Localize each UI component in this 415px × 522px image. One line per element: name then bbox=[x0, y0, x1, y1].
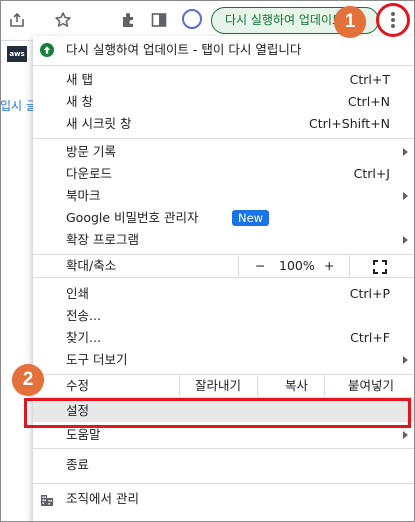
menu-item-incognito[interactable]: 새 시크릿 창 Ctrl+Shift+N bbox=[33, 113, 415, 135]
zoom-divider bbox=[238, 255, 239, 277]
menu-item-label: 새 시크릿 창 bbox=[66, 116, 132, 131]
new-badge: New bbox=[232, 210, 270, 226]
menu-divider bbox=[33, 483, 415, 484]
submenu-arrow-icon bbox=[403, 148, 408, 156]
building-icon bbox=[40, 492, 54, 506]
profile-avatar[interactable] bbox=[182, 9, 202, 29]
aws-logo: aws bbox=[7, 46, 27, 62]
menu-item-shortcut: Ctrl+T bbox=[349, 72, 390, 87]
page-text-fragment: 입시 글 bbox=[0, 99, 37, 113]
step-1-badge: 1 bbox=[334, 6, 366, 38]
menu-item-label: 새 창 bbox=[66, 94, 93, 109]
menu-item-label: 방문 기록 bbox=[66, 144, 116, 159]
menu-item-label: Google 비밀번호 관리자 bbox=[66, 210, 199, 225]
extensions-puzzle-icon[interactable] bbox=[118, 9, 140, 31]
menu-kebab-icon[interactable] bbox=[389, 10, 397, 30]
menu-divider bbox=[33, 65, 415, 66]
zoom-level: 100% bbox=[279, 258, 315, 273]
update-arrow-icon bbox=[40, 43, 54, 57]
menu-item-shortcut: Ctrl+J bbox=[353, 166, 390, 181]
menu-item-new-tab[interactable]: 새 탭 Ctrl+T bbox=[33, 69, 415, 91]
fullscreen-icon[interactable] bbox=[373, 259, 387, 274]
menu-divider bbox=[33, 138, 415, 139]
menu-item-update[interactable]: 다시 실행하여 업데이트 - 탭이 다시 열립니다 bbox=[33, 39, 415, 61]
submenu-arrow-icon bbox=[403, 431, 408, 439]
step-2-badge: 2 bbox=[12, 364, 44, 396]
side-panel-icon[interactable] bbox=[148, 9, 170, 31]
edit-divider bbox=[179, 375, 180, 397]
menu-item-password-manager[interactable]: Google 비밀번호 관리자 New bbox=[33, 207, 415, 229]
copy-button[interactable]: 복사 bbox=[285, 375, 308, 397]
menu-item-more-tools[interactable]: 도구 더보기 bbox=[33, 349, 415, 371]
zoom-in-button[interactable]: + bbox=[324, 255, 334, 277]
zoom-divider bbox=[349, 255, 350, 277]
menu-item-label: 조직에서 관리 bbox=[66, 491, 139, 506]
menu-item-label: 확대/축소 bbox=[66, 258, 117, 273]
menu-divider bbox=[33, 448, 415, 449]
menu-item-label: 다시 실행하여 업데이트 - 탭이 다시 열립니다 bbox=[66, 42, 302, 57]
submenu-arrow-icon bbox=[403, 192, 408, 200]
menu-item-zoom: 확대/축소 − 100% + bbox=[33, 255, 415, 277]
menu-divider bbox=[33, 277, 415, 278]
submenu-arrow-icon bbox=[403, 236, 408, 244]
submenu-arrow-icon bbox=[403, 356, 408, 364]
menu-item-label: 다운로드 bbox=[66, 166, 113, 181]
bookmark-star-icon[interactable] bbox=[52, 9, 74, 31]
chrome-menu: 다시 실행하여 업데이트 - 탭이 다시 열립니다 새 탭 Ctrl+T 새 창… bbox=[33, 36, 415, 522]
edit-divider bbox=[324, 375, 325, 397]
menu-item-history[interactable]: 방문 기록 bbox=[33, 141, 415, 163]
edit-divider bbox=[257, 375, 258, 397]
menu-item-shortcut: Ctrl+P bbox=[349, 286, 390, 301]
menu-item-print[interactable]: 인쇄 Ctrl+P bbox=[33, 283, 415, 305]
menu-item-exit[interactable]: 종료 bbox=[33, 454, 415, 476]
paste-button[interactable]: 붙여넣기 bbox=[348, 375, 394, 397]
menu-item-label: 새 탭 bbox=[66, 72, 93, 87]
cut-button[interactable]: 잘라내기 bbox=[195, 375, 241, 397]
menu-item-managed[interactable]: 조직에서 관리 bbox=[33, 488, 415, 510]
menu-item-label: 전송... bbox=[66, 308, 101, 323]
menu-item-shortcut: Ctrl+N bbox=[347, 94, 390, 109]
menu-item-downloads[interactable]: 다운로드 Ctrl+J bbox=[33, 163, 415, 185]
menu-item-cast[interactable]: 전송... bbox=[33, 305, 415, 327]
menu-item-new-window[interactable]: 새 창 Ctrl+N bbox=[33, 91, 415, 113]
menu-item-label: 북마크 bbox=[66, 188, 101, 203]
menu-item-label: 찾기... bbox=[66, 330, 101, 345]
menu-item-label: 인쇄 bbox=[66, 286, 90, 301]
menu-item-shortcut: Ctrl+F bbox=[350, 330, 390, 345]
zoom-out-button[interactable]: − bbox=[255, 255, 265, 277]
settings-highlight-box bbox=[24, 398, 411, 428]
menu-item-label: 확장 프로그램 bbox=[66, 232, 139, 247]
menu-item-find[interactable]: 찾기... Ctrl+F bbox=[33, 327, 415, 349]
menu-item-shortcut: Ctrl+Shift+N bbox=[309, 116, 390, 131]
menu-item-extensions[interactable]: 확장 프로그램 bbox=[33, 229, 415, 251]
menu-item-edit: 수정 잘라내기 복사 붙여넣기 bbox=[33, 375, 415, 397]
share-icon[interactable] bbox=[6, 9, 28, 31]
menu-item-label: 종료 bbox=[66, 457, 90, 472]
menu-item-label: 수정 bbox=[66, 378, 90, 393]
menu-item-bookmarks[interactable]: 북마크 bbox=[33, 185, 415, 207]
menu-item-label: 도구 더보기 bbox=[66, 352, 128, 367]
